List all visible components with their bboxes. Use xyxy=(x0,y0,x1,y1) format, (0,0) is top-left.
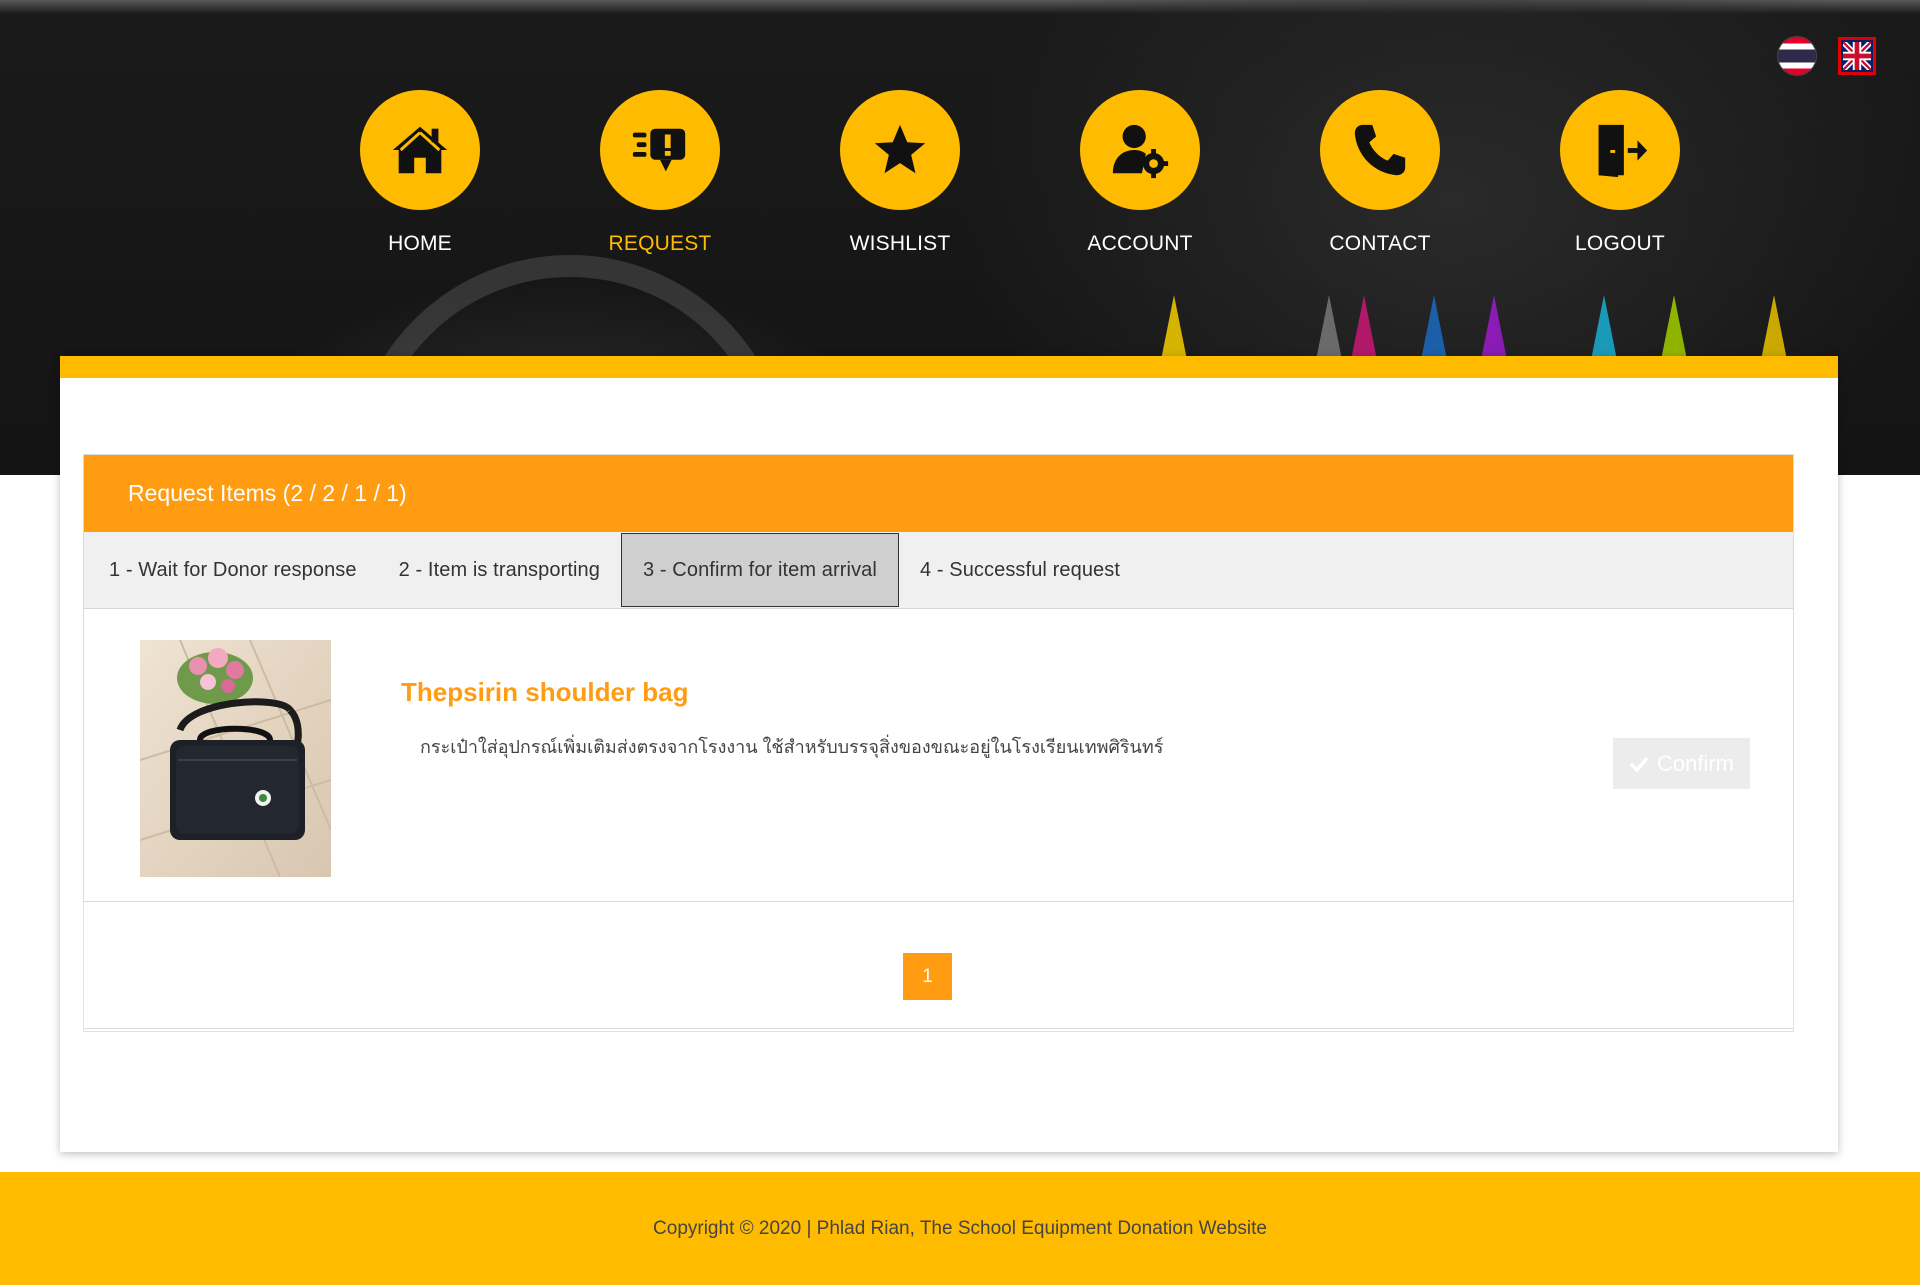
nav-label-logout: LOGOUT xyxy=(1575,232,1665,255)
phone-icon xyxy=(1320,90,1440,210)
shoulder-bag-photo xyxy=(140,640,331,877)
copyright-text: Copyright © 2020 | Phlad Rian, The Schoo… xyxy=(653,1217,1267,1239)
item-title: Thepsirin shoulder bag xyxy=(401,677,689,707)
page-button[interactable]: 1 xyxy=(903,953,952,1000)
confirm-label: Confirm xyxy=(1656,750,1734,776)
pencil-decoration xyxy=(1160,295,1188,365)
thai-flag-icon[interactable] xyxy=(1778,37,1816,75)
pencil-decoration xyxy=(1660,295,1688,365)
door-exit-icon xyxy=(1560,90,1680,210)
nav-item-logout[interactable]: LOGOUT xyxy=(1500,90,1740,256)
pencil-decoration xyxy=(1480,295,1508,365)
confirm-button[interactable]: Confirm xyxy=(1613,738,1750,789)
panel-title: Request Items (2 / 2 / 1 / 1) xyxy=(84,455,1793,532)
list-item: Thepsirin shoulder bag กระเป๋าใส่อุปกรณ์… xyxy=(84,609,1793,902)
language-switcher xyxy=(1778,37,1876,75)
nav-label-request: REQUEST xyxy=(608,232,712,255)
tab-confirm-arrival[interactable]: 3 - Confirm for item arrival xyxy=(621,533,899,607)
house-icon xyxy=(360,90,480,210)
star-icon xyxy=(840,90,960,210)
pencil-decoration xyxy=(1315,295,1343,365)
pencil-decoration xyxy=(1760,295,1788,365)
nav-item-contact[interactable]: CONTACT xyxy=(1260,90,1500,256)
tab-wait-donor[interactable]: 1 - Wait for Donor response xyxy=(88,533,378,607)
nav-label-account: ACCOUNT xyxy=(1087,232,1193,255)
nav-label-wishlist: WISHLIST xyxy=(849,232,951,255)
pencil-decoration xyxy=(1420,295,1448,365)
item-description: กระเป๋าใส่อุปกรณ์เพิ่มเติมส่งตรงจากโรงงา… xyxy=(420,737,1164,757)
footer: Copyright © 2020 | Phlad Rian, The Schoo… xyxy=(0,1172,1920,1285)
nav-label-contact: CONTACT xyxy=(1329,232,1431,255)
nav-item-request[interactable]: REQUEST xyxy=(540,90,780,256)
nav-item-wishlist[interactable]: WISHLIST xyxy=(780,90,1020,256)
nav-item-home[interactable]: HOME xyxy=(300,90,540,256)
tab-transporting[interactable]: 2 - Item is transporting xyxy=(378,533,621,607)
status-tabs: 1 - Wait for Donor response 2 - Item is … xyxy=(84,532,1793,609)
user-gear-icon xyxy=(1080,90,1200,210)
pencil-decoration xyxy=(1350,295,1378,365)
content-card: Request Items (2 / 2 / 1 / 1) 1 - Wait f… xyxy=(60,356,1838,1152)
nav-label-home: HOME xyxy=(388,232,452,255)
tab-successful[interactable]: 4 - Successful request xyxy=(899,533,1141,607)
main-nav: HOME REQUEST WISHLIST ACCOUNT CONTACT LO… xyxy=(300,90,1740,256)
request-alert-icon xyxy=(600,90,720,210)
check-icon xyxy=(1629,756,1649,773)
pencil-decoration xyxy=(1590,295,1618,365)
uk-flag-icon[interactable] xyxy=(1838,37,1876,75)
nav-item-account[interactable]: ACCOUNT xyxy=(1020,90,1260,256)
